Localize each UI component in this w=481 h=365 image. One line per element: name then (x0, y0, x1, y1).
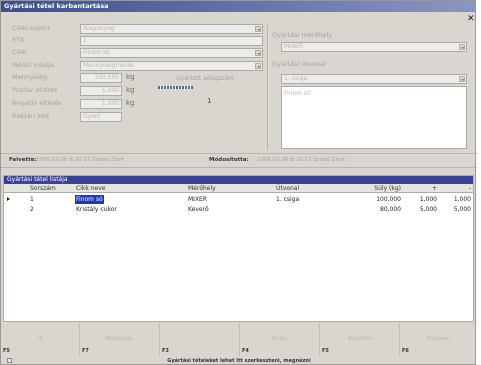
col-minus[interactable]: - (440, 184, 471, 193)
gyartott-adagszam-label: Gyártott adagszám (176, 75, 234, 82)
table-header: Sorszám Cikk neve Mérőhely Útvonal Súly … (4, 184, 473, 193)
modositotta-label: Módosította: (209, 157, 249, 163)
col-plus[interactable]: + (407, 184, 437, 193)
meres-modja-value: Mennyiségmérés (83, 62, 135, 69)
label-gyartasi-merohely: Gyártási mérőhely (272, 31, 333, 39)
gyartasi-utvonal-select[interactable]: 1. csiga (281, 74, 467, 84)
fkey-f3-button[interactable]: F3 (160, 323, 240, 356)
fkey-number: F4 (242, 348, 249, 354)
raktari-kod-value: Gyenl (83, 113, 101, 120)
megjegyzes-textarea[interactable]: Finom só (281, 86, 467, 149)
label-cikkcsoport: Cikkcsoport (12, 24, 51, 32)
cell-minus: 5,000 (453, 206, 471, 213)
col-merohely[interactable]: Mérőhely (188, 184, 216, 193)
pozitiv-elteres-field[interactable]: 1,000 (80, 86, 122, 96)
col-cikk-neve[interactable]: Cikk neve (76, 184, 105, 193)
mennyiseg-value: 100,000 (94, 74, 119, 81)
fkey-number: F6 (402, 348, 409, 354)
mennyiseg-field[interactable]: 100,000 (80, 73, 122, 83)
cell-suly: 100,000 (376, 196, 401, 203)
raktari-kod-field[interactable]: Gyenl (80, 112, 122, 122)
col-suly[interactable]: Súly (kg) (354, 184, 401, 193)
cell-merohely: MIXER (188, 196, 208, 203)
table-row[interactable]: 1 Finom só MIXER 1. csiga 100,000 1,000 … (4, 195, 473, 204)
gyartasi-merohely-value: MIXER (284, 43, 304, 50)
fkey-modositas-button[interactable]: Módosítás F7 (80, 323, 160, 356)
felvette-label: Felvette: (9, 157, 37, 163)
window-title: Gyártási tétel karbantartása (1, 1, 475, 12)
label-raktari-kod: Raktári kód (12, 112, 49, 120)
mennyiseg-unit: kg (126, 73, 135, 81)
gyartott-adagszam-value: 1 (207, 97, 212, 105)
label-mennyiseg: Mennyiség (12, 73, 48, 81)
cell-plus: 1,000 (419, 196, 437, 203)
fkey-label: Új (37, 336, 43, 342)
label-pozitiv-elteres: Pozitív eltérés (12, 86, 58, 94)
pozitiv-elteres-unit: kg (126, 86, 135, 94)
status-bar: Gyártási tételeket lehet itt szerkeszten… (1, 356, 477, 365)
cell-cikk-neve: Kristály cukor (76, 206, 117, 213)
table-title: Gyártási tétel listája (4, 176, 473, 184)
status-icon (7, 358, 12, 363)
etk-field[interactable]: 1 (80, 36, 263, 46)
divider (1, 153, 477, 154)
chevron-down-icon[interactable] (255, 26, 261, 32)
fkey-label: Mégsem (426, 336, 451, 342)
fkey-label: Törlés (271, 336, 288, 342)
fkey-number: F5 (322, 348, 329, 354)
cikk-select[interactable]: Finom só (80, 48, 263, 58)
fkey-number: F3 (162, 348, 169, 354)
fkey-megsem-button[interactable]: Mégsem F6 (400, 323, 477, 356)
cell-cikk-neve[interactable]: Finom só (75, 195, 104, 204)
chevron-down-icon[interactable] (459, 76, 465, 82)
audit-status-line: Felvette: 2006.02.06 8:20:17 Szabó Zsolt… (1, 155, 477, 166)
fkey-uj-button[interactable]: Új F5 (1, 323, 80, 356)
production-items-table[interactable]: Gyártási tétel listája Sorszám Cikk neve… (3, 175, 474, 322)
fkey-label: Rögzítés (347, 336, 372, 342)
negativ-elteres-field[interactable]: 1,000 (80, 99, 122, 109)
negativ-elteres-value: 1,000 (101, 100, 119, 107)
cell-sorszam: 1 (30, 196, 34, 203)
cell-suly: 80,000 (380, 206, 401, 213)
gyartasi-merohely-select[interactable]: MIXER (281, 42, 467, 52)
adagszam-progress-bar (158, 86, 193, 89)
cell-merohely: Keverő (188, 206, 209, 213)
modositotta-value: 2006.02.06 8:20:17 Szabó Zsolt (257, 157, 346, 163)
table-row[interactable]: 2 Kristály cukor Keverő 80,000 5,000 5,0… (4, 205, 473, 214)
label-etk: ETK (12, 36, 25, 44)
col-sorszam[interactable]: Sorszám (30, 184, 56, 193)
cell-utvonal: 1. csiga (276, 196, 300, 203)
gyartasi-utvonal-value: 1. csiga (284, 75, 308, 82)
negativ-elteres-unit: kg (126, 99, 135, 107)
label-cikk: Cikk (12, 48, 26, 56)
column-divider (267, 25, 268, 150)
label-gyartasi-utvonal: Gyártási útvonal (272, 60, 326, 68)
divider (1, 167, 477, 168)
cell-plus: 5,000 (419, 206, 437, 213)
row-pointer-icon (7, 197, 10, 201)
etk-value: 1 (83, 37, 87, 44)
chevron-down-icon[interactable] (255, 50, 261, 56)
fkey-label: Módosítás (105, 336, 134, 342)
function-key-bar: Új F5 Módosítás F7 F3 Törlés F4 Rögzítés… (1, 323, 477, 356)
cikkcsoport-value: Alapanyag (83, 25, 115, 32)
fkey-number: F7 (82, 348, 89, 354)
fkey-torles-button[interactable]: Törlés F4 (240, 323, 320, 356)
pozitiv-elteres-value: 1,000 (101, 87, 119, 94)
fkey-rogzites-button[interactable]: Rögzítés F5 (320, 323, 400, 356)
cikkcsoport-select[interactable]: Alapanyag (80, 24, 263, 34)
chevron-down-icon[interactable] (255, 63, 261, 69)
label-negativ-elteres: Negatív eltérés (12, 99, 62, 107)
felvette-value: 2006.02.06 8:20:17 Szabó Zsolt (36, 157, 125, 163)
col-utvonal[interactable]: Útvonal (276, 184, 299, 193)
cell-sorszam: 2 (30, 206, 34, 213)
cikk-value: Finom só (83, 49, 110, 56)
main-window: Gyártási tétel karbantartása ✕ Cikkcsopo… (0, 0, 477, 365)
label-meres-modja: Mérés módja (12, 61, 54, 69)
chevron-down-icon[interactable] (459, 44, 465, 50)
meres-modja-select[interactable]: Mennyiségmérés (80, 61, 263, 71)
status-text: Gyártási tételeket lehet itt szerkeszten… (167, 358, 311, 364)
cell-minus: 1,000 (453, 196, 471, 203)
fkey-number: F5 (3, 348, 10, 354)
